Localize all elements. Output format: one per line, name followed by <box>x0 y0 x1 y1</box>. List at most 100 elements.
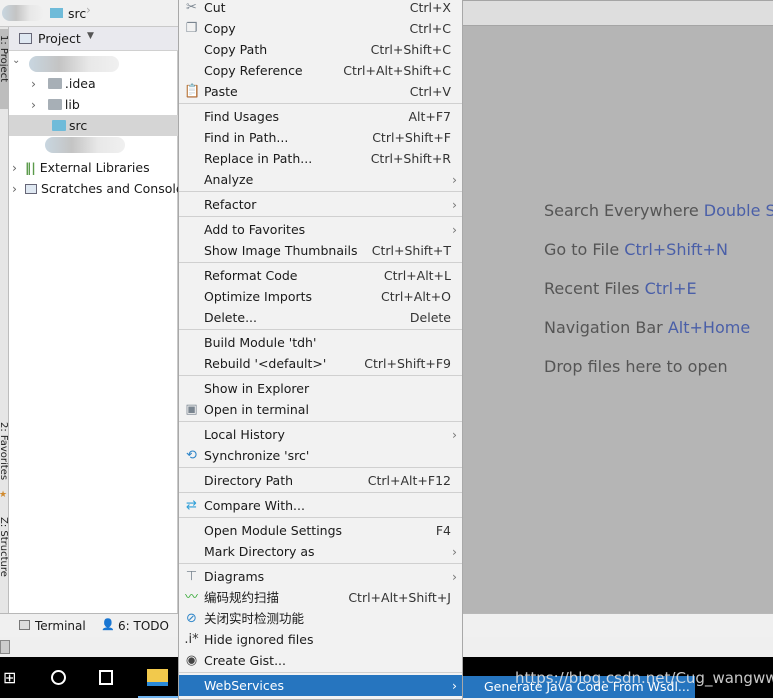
menu-item-label: Refactor <box>204 197 257 212</box>
dropdown-arrow-icon[interactable]: ▼ <box>87 31 94 41</box>
status-toggle[interactable] <box>0 640 10 654</box>
menu-item-shortcut: Ctrl+Shift+F9 <box>364 356 451 371</box>
menu-item-label: Copy <box>204 21 236 36</box>
paste-icon: 📋 <box>184 84 201 99</box>
menu-item-optimize-imports[interactable]: Optimize Imports Ctrl+Alt+O <box>179 286 462 307</box>
menu-item-label: 编码规约扫描 <box>204 590 280 605</box>
menu-item-copy-path[interactable]: Copy Path Ctrl+Shift+C <box>179 39 462 60</box>
breadcrumb-src[interactable]: src <box>68 6 86 21</box>
menu-item-shortcut: Ctrl+Shift+T <box>371 243 451 258</box>
menu-item-replace-in-path[interactable]: Replace in Path... Ctrl+Shift+R <box>179 148 462 169</box>
menu-item-label: Open Module Settings <box>204 523 343 538</box>
menu-item-show-image-thumbnails[interactable]: Show Image Thumbnails Ctrl+Shift+T <box>179 240 462 261</box>
menu-item-shortcut: Ctrl+Alt+Shift+C <box>343 63 451 78</box>
menu-item-open-module-settings[interactable]: Open Module Settings F4 <box>179 520 462 541</box>
tree-item-scratches[interactable]: › Scratches and Consoles <box>12 178 190 199</box>
menu-item-label: Synchronize 'src' <box>204 448 310 463</box>
tab-structure[interactable]: Z: Structure <box>0 517 8 577</box>
task-view-icon[interactable] <box>99 670 113 685</box>
scissors-icon: ✂ <box>186 0 197 15</box>
menu-item-diagrams[interactable]: ⊤ Diagrams › <box>179 566 462 587</box>
menu-item-shortcut: Ctrl+Alt+Shift+J <box>348 590 451 605</box>
submenu-arrow-icon: › <box>452 569 457 584</box>
menu-item-open-in-terminal[interactable]: ▣ Open in terminal <box>179 399 462 420</box>
menu-item-compare-with[interactable]: ⇄ Compare With... <box>179 495 462 516</box>
menu-item-shortcut: Ctrl+Shift+R <box>370 151 451 166</box>
menu-item-rebuild-default[interactable]: Rebuild '<default>' Ctrl+Shift+F9 <box>179 353 462 374</box>
file-explorer-icon[interactable] <box>147 669 168 686</box>
menu-item-analyze[interactable]: Analyze › <box>179 169 462 190</box>
menu-item-label: Diagrams <box>204 569 265 584</box>
menu-item-shortcut: Delete <box>409 310 451 325</box>
menu-item-copy-reference[interactable]: Copy Reference Ctrl+Alt+Shift+C <box>179 60 462 81</box>
terminal-tab[interactable]: Terminal <box>35 619 86 633</box>
menu-item-mark-directory-as[interactable]: Mark Directory as › <box>179 541 462 562</box>
menu-item-label: Paste <box>204 84 238 99</box>
tab-project[interactable]: 1: Project <box>0 35 8 82</box>
menu-item-label: Show Image Thumbnails <box>204 243 358 258</box>
menu-item-shortcut: Ctrl+Alt+L <box>383 268 451 283</box>
menu-item-copy[interactable]: ❐ Copy Ctrl+C <box>179 18 462 39</box>
menu-item-label: Analyze <box>204 172 254 187</box>
menu-item-synchronize-src[interactable]: ⟲ Synchronize 'src' <box>179 445 462 466</box>
tree-item-src[interactable]: src <box>9 115 178 136</box>
favorites-star-icon: ★ <box>0 490 7 500</box>
menu-item-delete[interactable]: Delete... Delete <box>179 307 462 328</box>
context-menu: ✂ Cut Ctrl+X ❐ Copy Ctrl+C Copy Path Ctrl+Shift… <box>178 0 463 700</box>
menu-item-refactor[interactable]: Refactor › <box>179 194 462 215</box>
menu-item-create-gist[interactable]: ◉ Create Gist... <box>179 650 462 671</box>
submenu-arrow-icon: › <box>452 427 457 442</box>
source-folder-icon <box>52 120 66 131</box>
menu-item-item-37[interactable]: 〰编码规约扫描 Ctrl+Alt+Shift+J <box>179 587 462 608</box>
submenu-arrow-icon: › <box>452 678 457 693</box>
menu-item-shortcut: Ctrl+V <box>409 84 451 99</box>
menu-item-shortcut: Alt+F7 <box>408 109 451 124</box>
menu-item-shortcut: Ctrl+Alt+F12 <box>367 473 451 488</box>
menu-item-find-usages[interactable]: Find Usages Alt+F7 <box>179 106 462 127</box>
menu-item-label: Create Gist... <box>204 653 287 668</box>
compare-icon: ⇄ <box>186 498 197 513</box>
menu-item-reformat-code[interactable]: Reformat Code Ctrl+Alt+L <box>179 265 462 286</box>
menu-item-build-module-tdh[interactable]: Build Module 'tdh' <box>179 332 462 353</box>
menu-item-directory-path[interactable]: Directory Path Ctrl+Alt+F12 <box>179 470 462 491</box>
blurred-file-name <box>45 137 125 153</box>
menu-item-label: Rebuild '<default>' <box>204 356 327 371</box>
menu-item-item-38[interactable]: ⊘ 关闭实时检测功能 <box>179 608 462 629</box>
scratches-icon <box>24 184 37 194</box>
todo-tab[interactable]: 6: TODO <box>118 619 169 633</box>
menu-item-label: Open in terminal <box>204 402 309 417</box>
editor-tab-bar <box>463 0 773 26</box>
menu-item-hide-ignored-files[interactable]: .i* Hide ignored files <box>179 629 462 650</box>
tab-favorites[interactable]: 2: Favorites <box>0 422 8 480</box>
terminal-icon: ▣ <box>185 402 198 417</box>
menu-item-find-in-path[interactable]: Find in Path... Ctrl+Shift+F <box>179 127 462 148</box>
menu-item-label: Hide ignored files <box>204 632 314 647</box>
blurred-project-name <box>2 5 44 21</box>
menu-item-show-in-explorer[interactable]: Show in Explorer <box>179 378 462 399</box>
menu-item-label: Find Usages <box>204 109 280 124</box>
cortana-icon[interactable] <box>51 670 66 685</box>
menu-item-cut[interactable]: ✂ Cut Ctrl+X <box>179 0 462 18</box>
menu-item-webservices[interactable]: WebServices › <box>179 675 462 696</box>
tree-item-idea[interactable]: › .idea <box>31 73 96 94</box>
windows-start-icon[interactable]: ⊞ <box>3 670 16 686</box>
menu-item-shortcut: Ctrl+Shift+F <box>372 130 451 145</box>
hint-drop-files: Drop files here to open <box>544 357 728 376</box>
menu-item-add-to-favorites[interactable]: Add to Favorites › <box>179 219 462 240</box>
left-tool-strip: 1: Project 2: Favorites ★ Z: Structure <box>0 27 9 613</box>
menu-item-local-history[interactable]: Local History › <box>179 424 462 445</box>
collapse-chevron-icon[interactable]: ⌄ <box>12 55 20 66</box>
menu-item-label: Reformat Code <box>204 268 298 283</box>
editor-empty-area: Search Everywhere Double Shift Go to Fil… <box>463 26 773 613</box>
menu-item-label: Mark Directory as <box>204 544 315 559</box>
menu-item-paste[interactable]: 📋 Paste Ctrl+V <box>179 81 462 102</box>
project-icon <box>19 33 32 44</box>
tree-item-lib[interactable]: › lib <box>31 94 80 115</box>
project-view-title[interactable]: Project <box>38 31 81 46</box>
project-panel: Project ▼ ⌄ › .idea › lib src › ‖| Exter… <box>9 27 190 613</box>
github-icon: ◉ <box>185 653 198 668</box>
tree-item-external-libraries[interactable]: › ‖| External Libraries <box>12 157 150 178</box>
sync-icon: ⟲ <box>186 448 197 463</box>
menu-item-label: Build Module 'tdh' <box>204 335 317 350</box>
hint-go-to-file: Go to File Ctrl+Shift+N <box>544 240 728 259</box>
